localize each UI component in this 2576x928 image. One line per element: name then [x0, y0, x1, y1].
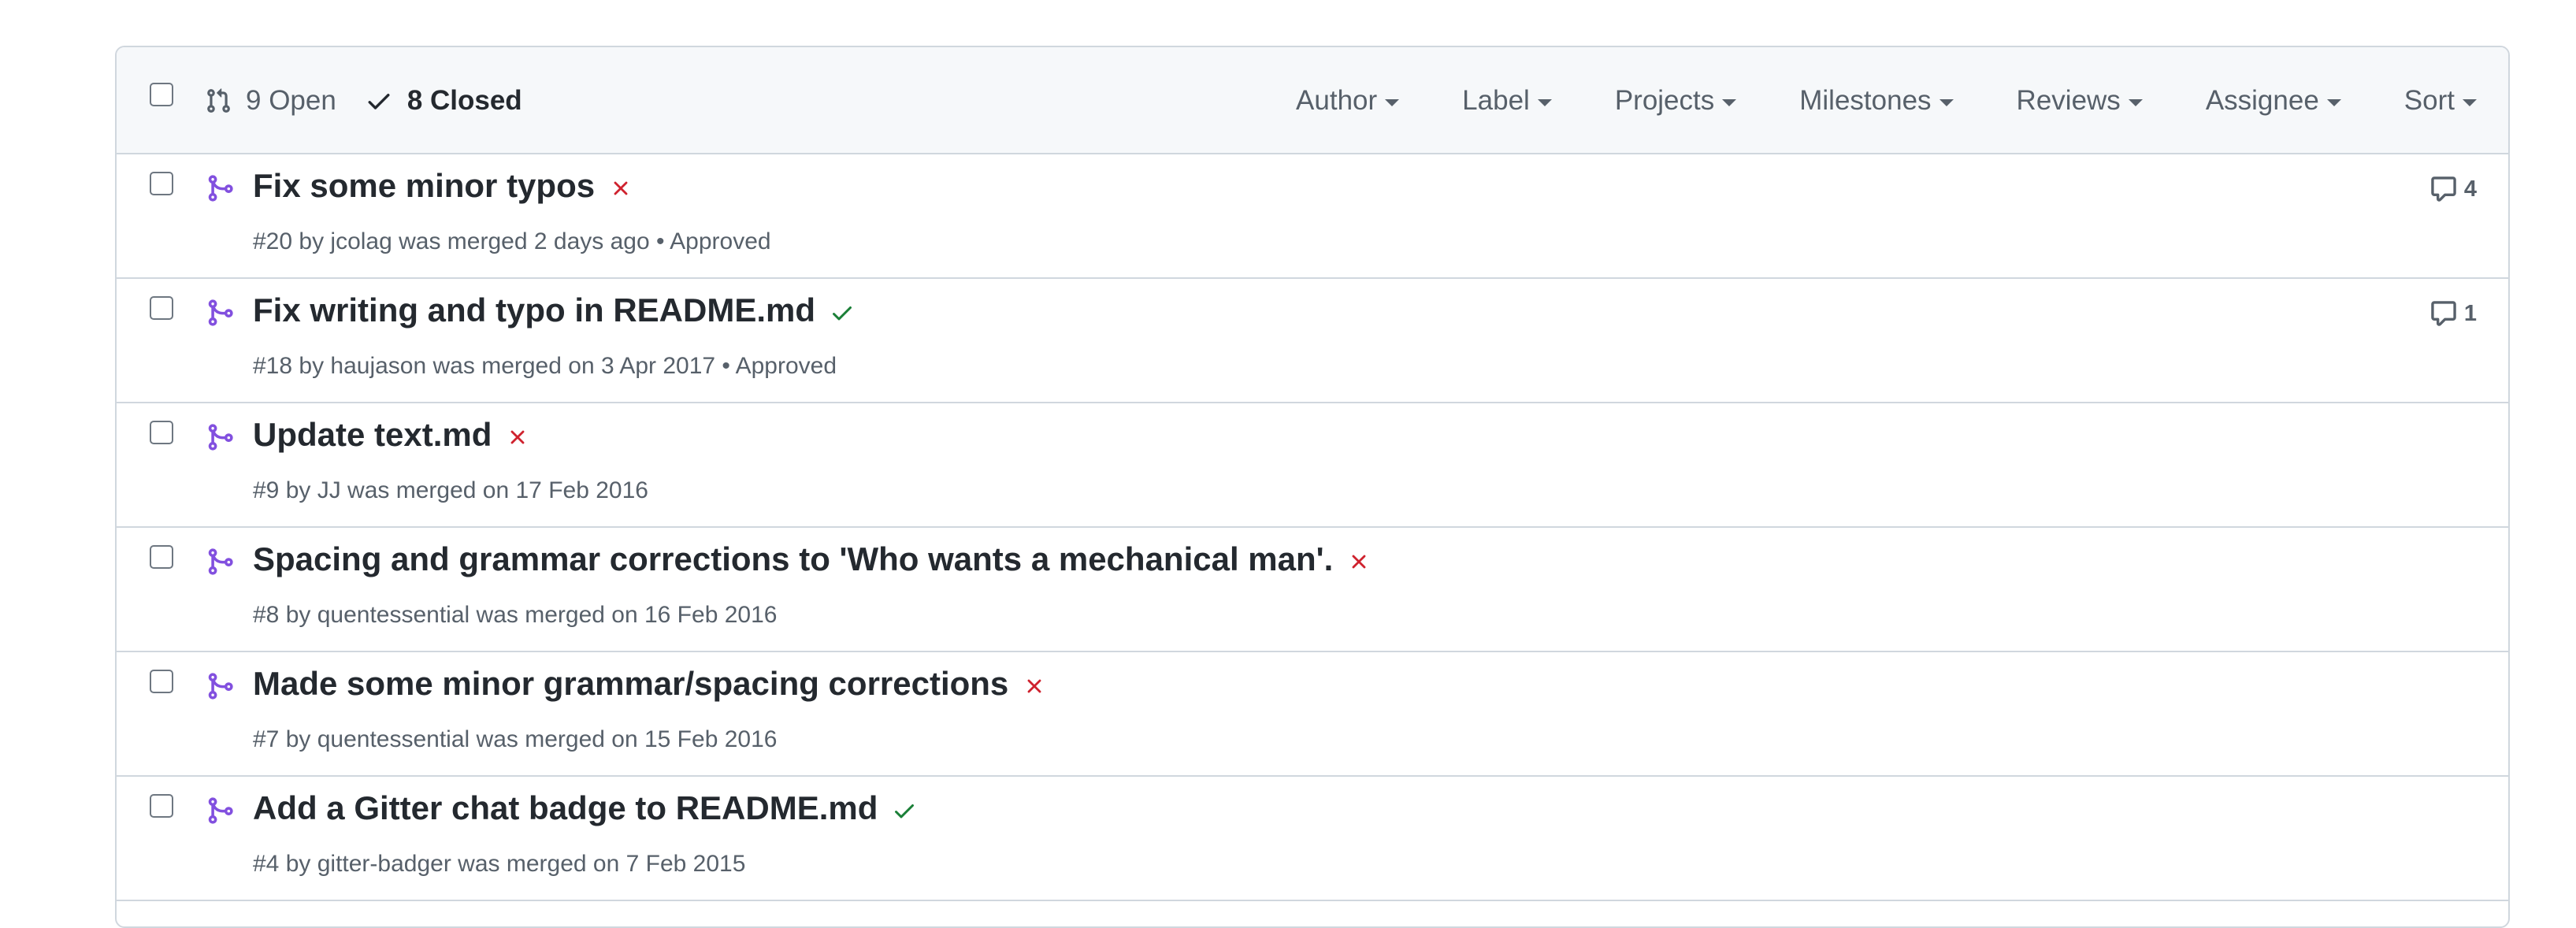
merged-pr-icon: [208, 797, 233, 824]
open-count: 9 Open: [246, 85, 336, 116]
closed-filter[interactable]: 8 Closed: [365, 85, 522, 117]
failure-x-icon[interactable]: [1347, 550, 1371, 577]
caret-down-icon: [1939, 98, 1954, 106]
filter-sort[interactable]: Sort: [2404, 85, 2477, 117]
state-toggle: 9 Open 8 Closed: [205, 47, 551, 154]
check-icon: [368, 94, 390, 110]
pr-meta: #18 by haujason was merged on 3 Apr 2017…: [253, 353, 837, 379]
title-line: Add a Gitter chat badge to README.md: [253, 789, 917, 827]
success-check-icon[interactable]: [830, 300, 855, 329]
caret-down-icon: [2463, 98, 2477, 106]
comment-count: 4: [2463, 176, 2477, 202]
success-check-icon[interactable]: [892, 798, 917, 827]
filter-milestones-label: Milestones: [1799, 85, 1932, 116]
title-line: Spacing and grammar corrections to 'Who …: [253, 540, 1371, 578]
filter-sort-label: Sort: [2403, 85, 2455, 116]
pr-title-link[interactable]: Update text.md: [253, 416, 492, 454]
comments-link[interactable]: 4: [2429, 175, 2477, 203]
list-header: 9 Open 8 Closed Author Label Projects Mi…: [117, 47, 2508, 154]
filter-bar: Author Label Projects Milestones Reviews…: [1296, 47, 2477, 154]
title-line: Update text.md: [253, 416, 529, 454]
filter-author-label: Author: [1296, 85, 1378, 116]
filter-reviews[interactable]: Reviews: [2017, 85, 2143, 117]
filter-assignee[interactable]: Assignee: [2206, 85, 2341, 117]
row-checkbox[interactable]: [150, 172, 173, 195]
row-checkbox[interactable]: [150, 670, 173, 693]
pr-title-link[interactable]: Fix some minor typos: [253, 167, 595, 205]
list-item: Fix some minor typos #20 by jcolag was m…: [117, 154, 2508, 279]
row-checkbox[interactable]: [150, 545, 173, 569]
pr-title-link[interactable]: Spacing and grammar corrections to 'Who …: [253, 540, 1333, 578]
filter-author[interactable]: Author: [1296, 85, 1400, 117]
merged-pr-icon: [208, 175, 233, 202]
row-checkbox[interactable]: [150, 421, 173, 444]
pull-request-icon: [207, 88, 230, 113]
filter-assignee-label: Assignee: [2205, 85, 2319, 116]
pull-request-rows: Fix some minor typos #20 by jcolag was m…: [117, 154, 2508, 901]
list-item: Spacing and grammar corrections to 'Who …: [117, 528, 2508, 652]
caret-down-icon: [1537, 98, 1552, 106]
filter-projects[interactable]: Projects: [1614, 85, 1737, 117]
title-line: Made some minor grammar/spacing correcti…: [253, 665, 1046, 703]
pr-meta: #7 by quentessential was merged on 15 Fe…: [253, 726, 778, 752]
filter-label[interactable]: Label: [1462, 85, 1552, 117]
caret-down-icon: [1722, 98, 1737, 106]
filter-label-label: Label: [1462, 85, 1530, 116]
closed-count: 8 Closed: [406, 85, 522, 116]
comments-link[interactable]: 1: [2429, 299, 2477, 328]
open-filter[interactable]: 9 Open: [205, 85, 336, 117]
row-checkbox[interactable]: [150, 794, 173, 818]
list-item: Made some minor grammar/spacing correcti…: [117, 652, 2508, 777]
row-checkbox[interactable]: [150, 296, 173, 320]
list-item: Fix writing and typo in README.md #18 by…: [117, 279, 2508, 403]
list-item: Update text.md #9 by JJ was merged on 17…: [117, 403, 2508, 528]
comment-icon: [2431, 301, 2456, 326]
caret-down-icon: [2326, 98, 2341, 106]
title-line: Fix some minor typos: [253, 167, 633, 205]
merged-pr-icon: [208, 424, 233, 451]
pr-meta: #9 by JJ was merged on 17 Feb 2016: [253, 477, 648, 503]
merged-pr-icon: [208, 673, 233, 700]
failure-x-icon[interactable]: [506, 425, 529, 453]
filter-milestones[interactable]: Milestones: [1799, 85, 1954, 117]
list-item: Add a Gitter chat badge to README.md #4 …: [117, 777, 2508, 901]
pr-meta: #4 by gitter-badger was merged on 7 Feb …: [253, 851, 746, 877]
filter-reviews-label: Reviews: [2016, 85, 2121, 116]
pr-title-link[interactable]: Fix writing and typo in README.md: [253, 291, 815, 329]
pr-title-link[interactable]: Add a Gitter chat badge to README.md: [253, 789, 878, 827]
failure-x-icon[interactable]: [1023, 674, 1046, 702]
pr-meta: #8 by quentessential was merged on 16 Fe…: [253, 602, 778, 628]
pr-meta: #20 by jcolag was merged 2 days ago • Ap…: [253, 228, 771, 254]
failure-x-icon[interactable]: [609, 176, 633, 204]
select-all-checkbox[interactable]: [150, 83, 173, 106]
merged-pr-icon: [208, 548, 233, 575]
caret-down-icon: [1385, 98, 1400, 106]
title-line: Fix writing and typo in README.md: [253, 291, 855, 329]
pr-title-link[interactable]: Made some minor grammar/spacing correcti…: [253, 665, 1008, 703]
pull-request-list: 9 Open 8 Closed Author Label Projects Mi…: [115, 46, 2510, 928]
merged-pr-icon: [208, 299, 233, 326]
comment-count: 1: [2463, 300, 2477, 326]
filter-projects-label: Projects: [1614, 85, 1715, 116]
caret-down-icon: [2128, 98, 2143, 106]
comment-icon: [2431, 176, 2456, 202]
